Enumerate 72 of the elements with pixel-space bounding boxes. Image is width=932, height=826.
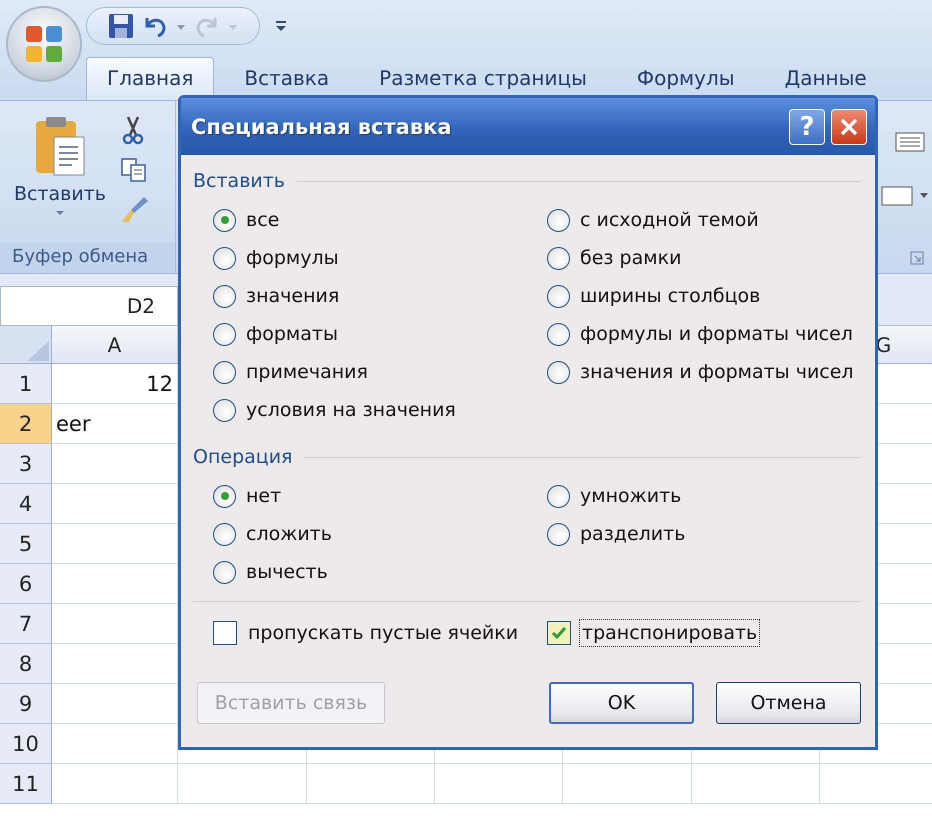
radio-button[interactable] [547,246,570,270]
radio-label[interactable]: формулы и форматы чисел [580,323,853,345]
radio-label[interactable]: все [246,209,280,231]
row-header[interactable]: 1 [0,364,52,404]
row-header[interactable]: 2 [0,404,52,444]
close-button[interactable] [831,108,867,144]
radio-button[interactable] [213,208,236,232]
row-header[interactable]: 10 [0,724,52,764]
table-cell[interactable] [692,764,820,804]
table-cell[interactable] [52,764,178,804]
radio-button[interactable] [547,484,570,508]
radio-label[interactable]: нет [246,485,282,507]
table-cell[interactable] [435,764,563,804]
radio-label[interactable]: условия на значения [246,399,456,421]
group-label: Буфер обмена [0,243,175,273]
name-box[interactable]: D2 [0,286,178,326]
radio-button[interactable] [547,208,570,232]
radio-label[interactable]: сложить [246,523,332,545]
radio-label[interactable]: формулы [246,247,339,269]
radio-button[interactable] [547,322,570,346]
radio-label[interactable]: без рамки [580,247,682,269]
radio-label[interactable]: вычесть [246,561,328,583]
radio-button[interactable] [213,522,236,546]
row-header[interactable]: 8 [0,644,52,684]
checkbox[interactable] [547,621,571,645]
dialog-button[interactable]: OK [549,682,694,724]
radio-label[interactable]: с исходной темой [580,209,759,231]
row-header[interactable]: 3 [0,444,52,484]
radio-label[interactable]: ширины столбцов [580,285,760,307]
office-button[interactable] [8,8,80,80]
row-header[interactable]: 4 [0,484,52,524]
checkbox[interactable] [213,621,237,645]
section-title: Вставить [193,170,286,192]
radio-label[interactable]: форматы [246,323,338,345]
radio-button[interactable] [213,246,236,270]
checkmark-icon [550,624,568,642]
radio-button[interactable] [547,284,570,308]
radio-button[interactable] [547,522,570,546]
table-cell[interactable] [563,764,692,804]
radio-button[interactable] [213,322,236,346]
save-icon[interactable] [107,12,135,40]
row-header[interactable]: 5 [0,524,52,564]
checkbox-label[interactable]: пропускать пустые ячейки [245,619,522,647]
caret-icon [55,209,65,217]
radio-button[interactable] [213,284,236,308]
radio-label[interactable]: примечания [246,361,368,383]
radio-button[interactable] [213,398,236,422]
scissors-icon[interactable] [120,115,146,145]
section-title: Операция [193,446,292,468]
table-cell[interactable] [178,764,307,804]
close-icon [839,116,859,136]
dialog-button[interactable]: Отмена [716,682,861,724]
row-header[interactable]: 11 [0,764,52,804]
copy-icon[interactable] [120,157,148,183]
table-cell[interactable] [307,764,435,804]
radio-button[interactable] [213,560,236,584]
paste-button[interactable]: Вставить [4,111,116,243]
radio-label[interactable]: значения и форматы чисел [580,361,854,383]
radio-label[interactable]: умножить [580,485,682,507]
checkbox-label[interactable]: транспонировать [579,619,760,647]
row-header[interactable]: 9 [0,684,52,724]
window-title: Специальная вставка [191,114,453,138]
row-header[interactable]: 6 [0,564,52,604]
column-header[interactable]: A [108,332,122,356]
radio-label[interactable]: значения [246,285,340,307]
radio-button[interactable] [213,484,236,508]
ribbon-tab[interactable]: Главная [86,57,214,100]
row-header[interactable]: 7 [0,604,52,644]
radio-button[interactable] [547,360,570,384]
radio-label[interactable]: разделить [580,523,686,545]
dialog-launcher-icon[interactable] [910,251,924,265]
radio-button[interactable] [213,360,236,384]
